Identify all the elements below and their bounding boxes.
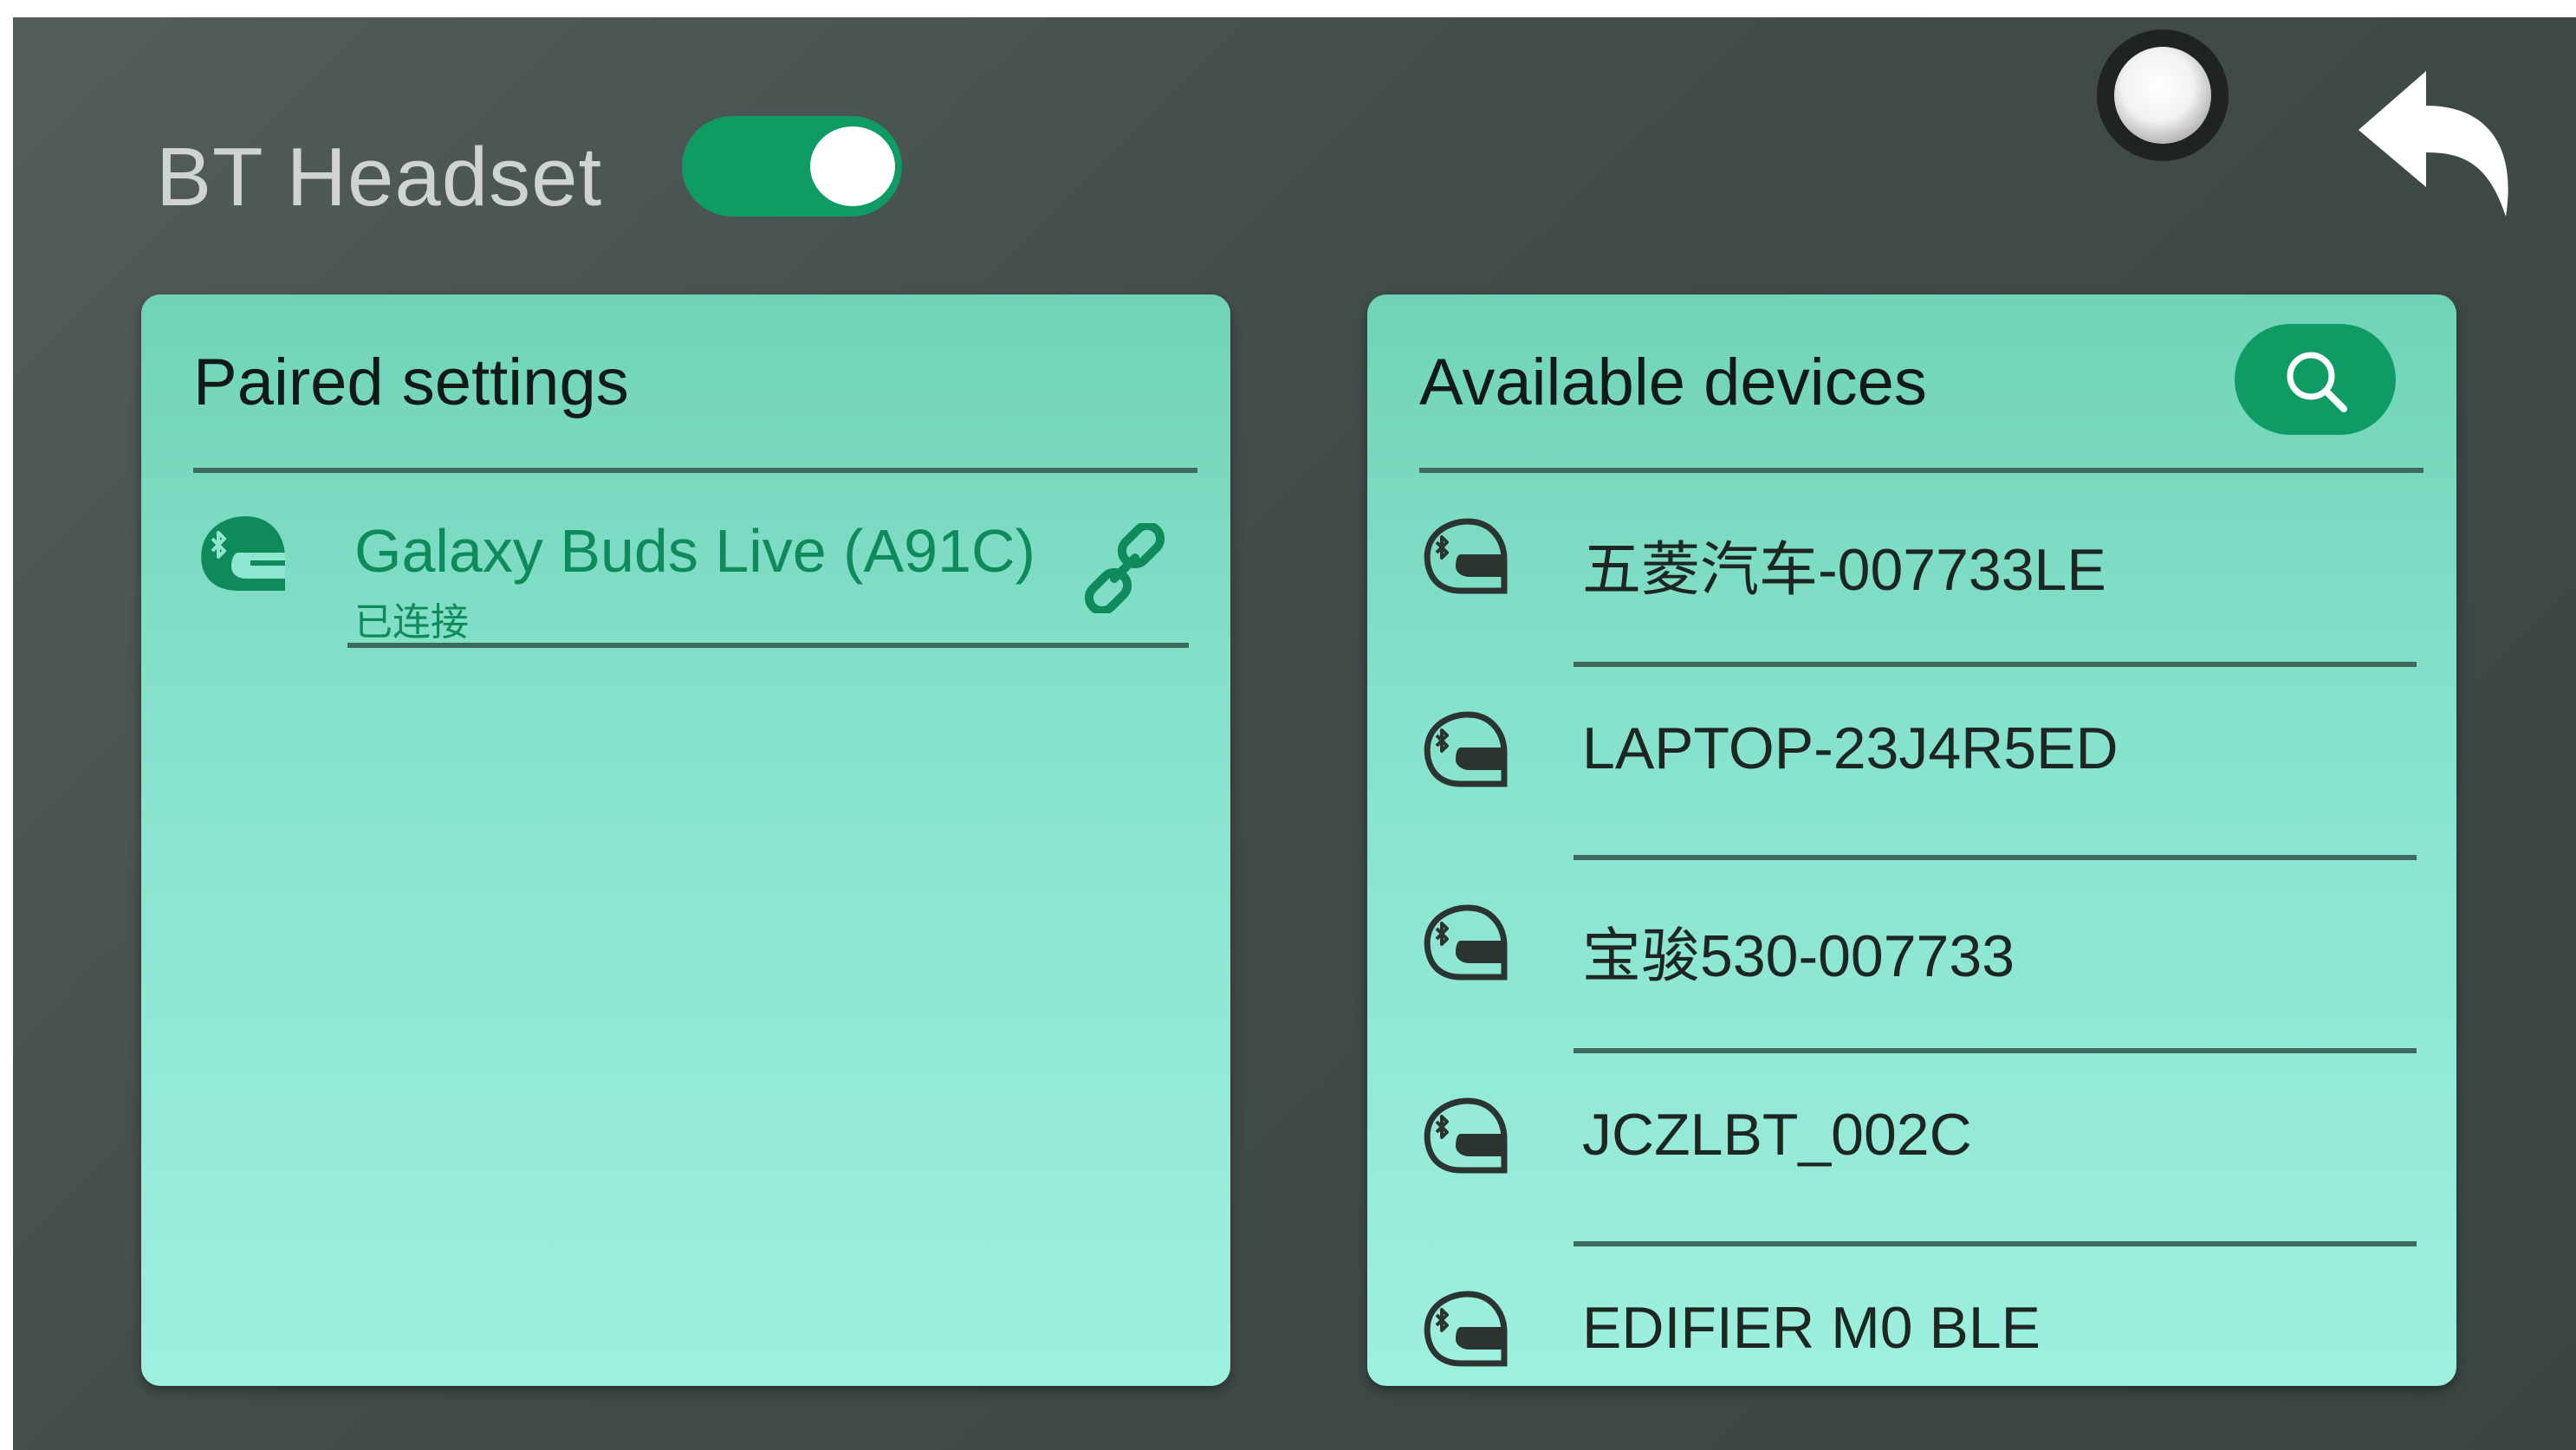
paired-settings-panel: Paired settings Galaxy Buds Live (A91C) … xyxy=(141,295,1230,1386)
bt-headset-toggle[interactable] xyxy=(682,116,902,217)
device-name: JCZLBT_002C xyxy=(1582,1102,1972,1168)
available-device-list: 五菱汽车-007733LE LAPTOP-23J4R5ED 宝骏530-0077… xyxy=(1367,473,2456,1386)
bt-headset-screen: BT Headset Paired settings Galaxy Buds L… xyxy=(13,17,2576,1450)
back-arrow-icon xyxy=(2359,71,2508,217)
device-name: LAPTOP-23J4R5ED xyxy=(1582,715,2119,781)
paired-device-status: 已连接 xyxy=(354,601,469,644)
link-icon[interactable] xyxy=(1080,523,1170,613)
back-button[interactable] xyxy=(2357,61,2521,225)
available-devices-title: Available devices xyxy=(1419,346,1927,419)
paired-device-name: Galaxy Buds Live (A91C) xyxy=(354,517,1035,585)
helmet-bluetooth-icon xyxy=(1424,1097,1508,1174)
helmet-bluetooth-icon xyxy=(1424,904,1508,981)
device-item[interactable]: EDIFIER M0 BLE xyxy=(1367,1246,2456,1386)
device-item[interactable]: LAPTOP-23J4R5ED xyxy=(1367,666,2456,860)
helmet-bluetooth-icon xyxy=(201,516,285,591)
search-button[interactable] xyxy=(2235,324,2396,435)
paired-item-divider xyxy=(347,643,1189,648)
record-button[interactable] xyxy=(2097,29,2229,161)
device-item[interactable]: 五菱汽车-007733LE xyxy=(1367,473,2456,667)
record-icon xyxy=(2114,47,2211,144)
page-title: BT Headset xyxy=(156,131,603,223)
device-name: EDIFIER M0 BLE xyxy=(1582,1295,2041,1361)
helmet-bluetooth-icon xyxy=(1424,711,1508,787)
search-icon xyxy=(2287,352,2347,412)
available-devices-panel: Available devices 五菱汽车-007733LE LAPTOP-2… xyxy=(1367,295,2456,1386)
device-item[interactable]: JCZLBT_002C xyxy=(1367,1052,2456,1246)
paired-settings-title: Paired settings xyxy=(193,346,629,419)
paired-settings-divider xyxy=(193,468,1197,473)
device-item[interactable]: 宝骏530-007733 xyxy=(1367,859,2456,1053)
paired-device-item[interactable]: Galaxy Buds Live (A91C) 已连接 xyxy=(141,494,1230,658)
helmet-bluetooth-icon xyxy=(1424,518,1508,594)
device-name: 宝骏530-007733 xyxy=(1582,923,2015,989)
helmet-bluetooth-icon xyxy=(1424,1291,1508,1367)
device-name: 五菱汽车-007733LE xyxy=(1582,537,2106,603)
toggle-knob xyxy=(810,126,895,206)
